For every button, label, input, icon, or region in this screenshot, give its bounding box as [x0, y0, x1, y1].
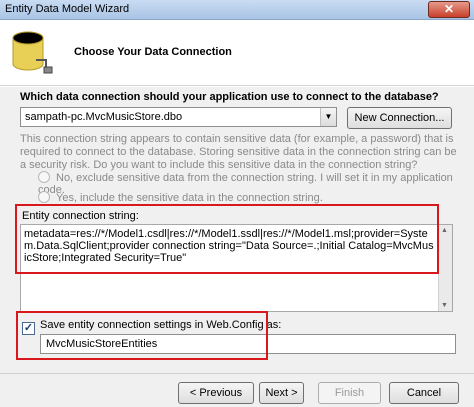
- vertical-scrollbar[interactable]: ▲ ▼: [438, 225, 452, 311]
- radio-include-sensitive[interactable]: Yes, include the sensitive data in the c…: [38, 191, 323, 204]
- scroll-down-icon[interactable]: ▼: [441, 302, 448, 309]
- page-heading: Choose Your Data Connection: [74, 46, 232, 58]
- window-title: Entity Data Model Wizard: [5, 3, 130, 15]
- highlight-box-connection-string: [15, 204, 439, 274]
- next-button[interactable]: Next >: [259, 382, 304, 404]
- title-bar: Entity Data Model Wizard ✕: [0, 0, 474, 20]
- previous-button[interactable]: < Previous: [178, 382, 254, 404]
- wizard-content: Which data connection should your applic…: [0, 87, 474, 407]
- highlight-box-save-settings: [16, 311, 268, 360]
- close-button[interactable]: ✕: [428, 1, 470, 18]
- radio-include-label: Yes, include the sensitive data in the c…: [56, 192, 323, 204]
- scroll-up-icon[interactable]: ▲: [441, 227, 448, 234]
- connection-question: Which data connection should your applic…: [20, 91, 439, 103]
- connection-select-value: sampath-pc.MvcMusicStore.dbo: [25, 111, 183, 123]
- radio-icon[interactable]: [38, 171, 50, 183]
- new-connection-button[interactable]: New Connection...: [347, 107, 452, 129]
- connection-select[interactable]: sampath-pc.MvcMusicStore.dbo ▼: [20, 107, 337, 127]
- cancel-button[interactable]: Cancel: [389, 382, 459, 404]
- radio-icon[interactable]: [38, 191, 50, 203]
- wizard-header: Choose Your Data Connection: [0, 20, 474, 86]
- chevron-down-icon[interactable]: ▼: [320, 108, 336, 126]
- finish-button[interactable]: Finish: [318, 382, 381, 404]
- sensitive-data-note: This connection string appears to contai…: [20, 133, 457, 171]
- footer-separator: [0, 373, 474, 374]
- database-icon: [12, 31, 53, 74]
